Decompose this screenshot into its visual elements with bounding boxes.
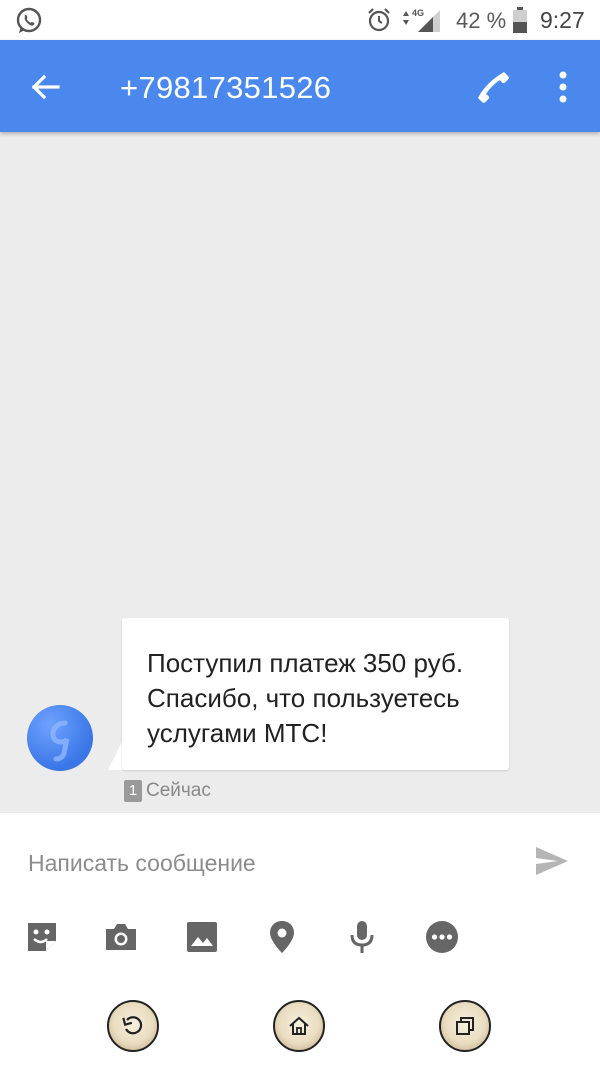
message-meta: 1 Сейчас <box>124 780 211 802</box>
nav-back-button[interactable] <box>107 1000 159 1052</box>
battery-percent: 42 % <box>456 8 507 33</box>
message-bubble[interactable]: Поступил платеж 350 руб. Спасибо, что по… <box>122 618 509 770</box>
alarm-icon <box>368 8 390 32</box>
more-attachments-icon[interactable] <box>424 919 460 955</box>
whatsapp-icon <box>16 7 42 33</box>
status-bar: 4G 42 % 9:27 <box>0 0 600 40</box>
network-label: 4G <box>412 8 424 18</box>
message-input[interactable] <box>26 845 500 881</box>
clock: 9:27 <box>540 7 585 33</box>
undo-icon <box>122 1016 143 1035</box>
nav-recents-button[interactable] <box>439 1000 491 1052</box>
camera-icon[interactable] <box>103 919 139 955</box>
home-icon <box>289 1016 309 1035</box>
signal-icon: 4G <box>403 8 440 32</box>
location-icon[interactable] <box>264 919 300 955</box>
microphone-icon[interactable] <box>344 919 380 955</box>
recents-icon <box>456 1017 474 1035</box>
send-icon[interactable] <box>534 845 570 877</box>
message-text: Поступил платеж 350 руб. Спасибо, что по… <box>147 648 464 748</box>
phone-call-icon[interactable] <box>474 68 512 106</box>
avatar-glyph-icon <box>50 720 70 762</box>
back-arrow-icon[interactable] <box>28 70 62 104</box>
more-options-icon[interactable] <box>552 68 574 106</box>
gallery-icon[interactable] <box>184 919 220 955</box>
contact-avatar[interactable] <box>27 705 93 771</box>
message-timestamp: Сейчас <box>146 780 211 801</box>
conversation-title: +79817351526 <box>120 70 332 105</box>
sim-badge: 1 <box>124 780 142 802</box>
battery-icon <box>513 7 527 33</box>
nav-home-button[interactable] <box>273 1000 325 1052</box>
sticker-icon[interactable] <box>24 919 60 955</box>
message-bubble-tail <box>108 740 123 770</box>
app-bar: +79817351526 <box>0 40 600 132</box>
